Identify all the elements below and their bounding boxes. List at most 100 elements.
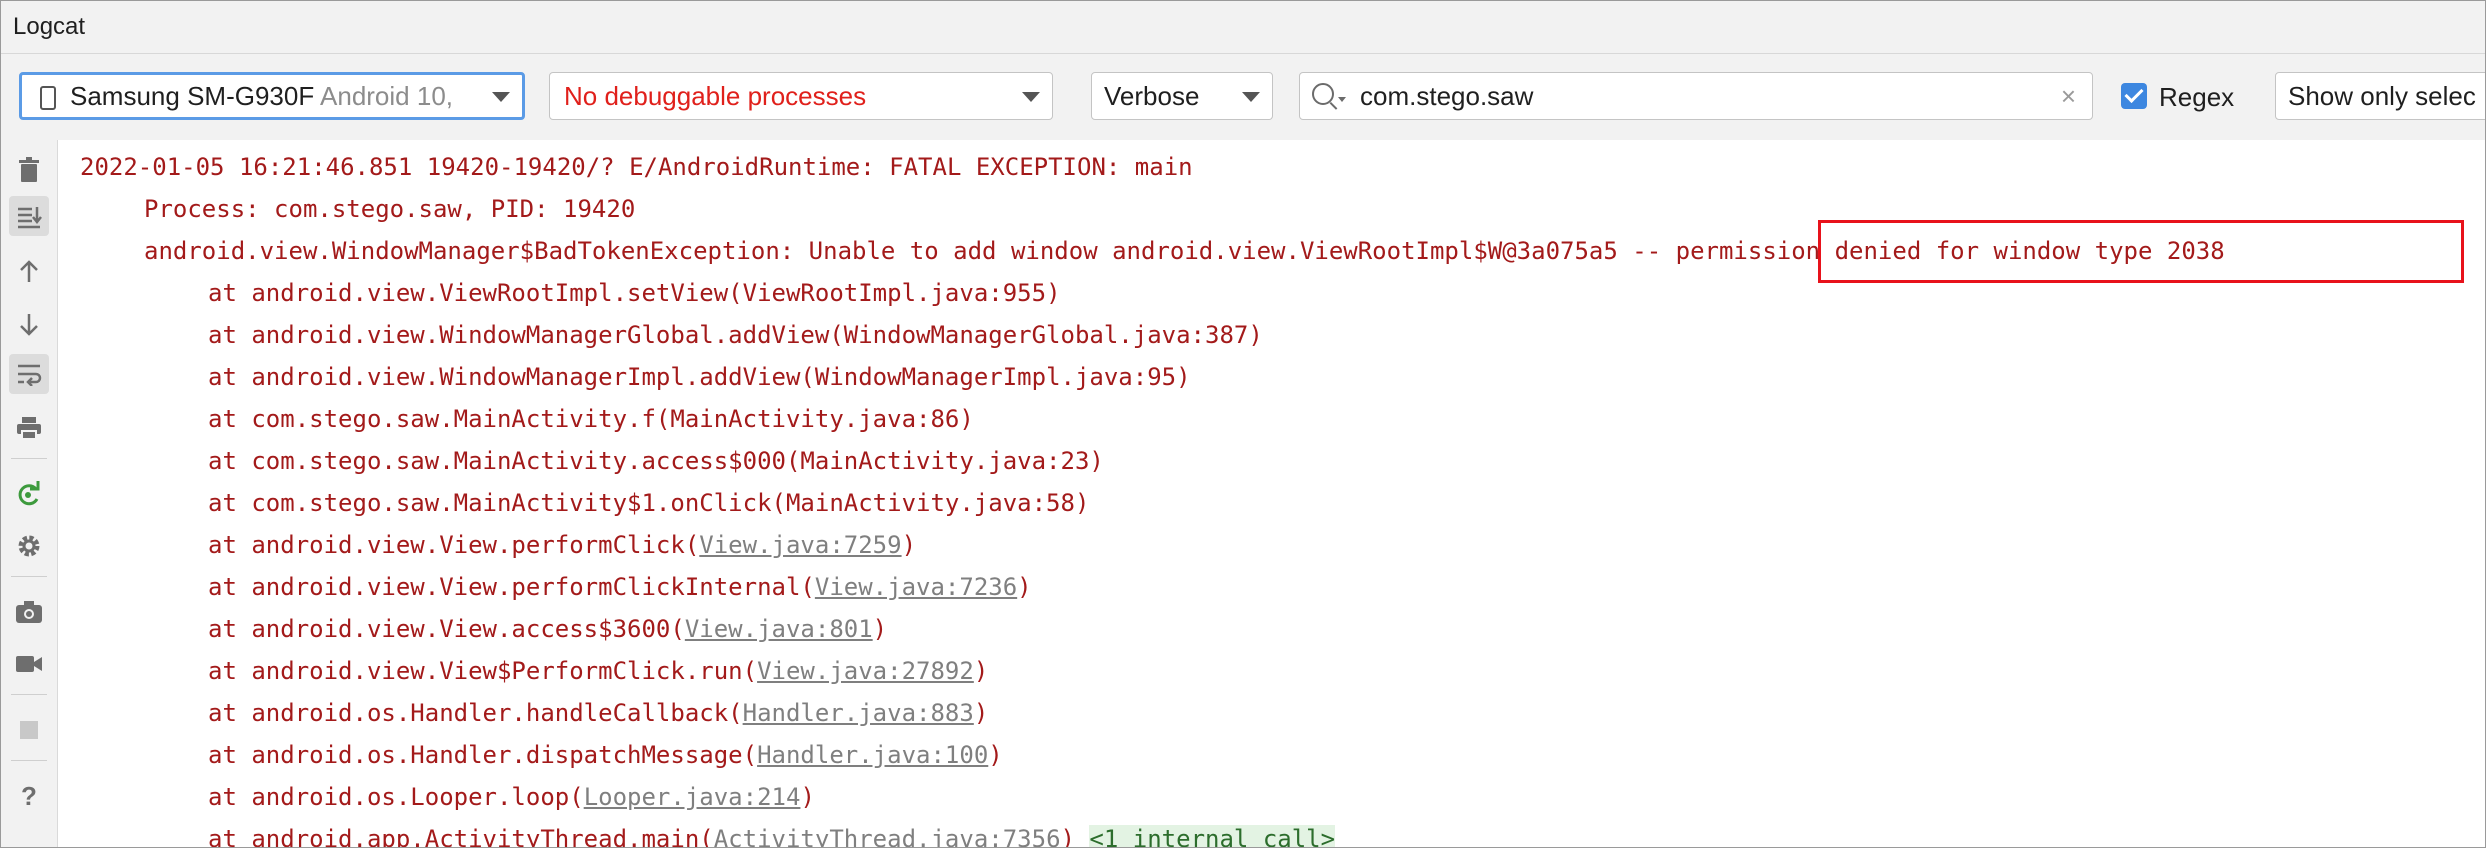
stack-frame-line: at android.os.Handler.dispatchMessage(Ha… [208,741,1003,769]
stack-frame-line: at android.app.ActivityThread.main(Activ… [208,825,1336,847]
filter-selector[interactable]: Show only selec [2275,72,2485,120]
stack-frame-method: at android.os.Looper.loop( [208,783,584,811]
chevron-down-icon [1022,92,1040,102]
device-name: Samsung SM-G930F [70,81,315,111]
stop-icon[interactable] [13,714,45,746]
stack-frame-close: ) [901,531,917,559]
stack-frame-line: at com.stego.saw.MainActivity.f(MainActi… [208,405,974,433]
chevron-down-icon [492,92,510,102]
source-location: MainActivity.java:23 [800,447,1090,475]
source-link[interactable]: View.java:27892 [757,657,974,685]
down-arrow-icon[interactable] [13,308,45,340]
stack-frame-method: at android.app.ActivityThread.main( [208,825,714,847]
source-location: WindowManagerGlobal.java:387 [843,321,1249,349]
camera-icon[interactable] [13,596,45,628]
stack-frame-close: ) [1046,279,1061,307]
sidebar-divider [11,694,47,695]
search-input[interactable]: com.stego.saw [1360,73,1533,119]
stack-frame-line: at com.stego.saw.MainActivity.access$000… [208,447,1104,475]
stack-frame-line: at com.stego.saw.MainActivity$1.onClick(… [208,489,1089,517]
stack-frame-close: ) [800,783,815,811]
stack-frame-close: ) [973,699,989,727]
logcat-toolbar: Samsung SM-G930F Android 10, No debuggab… [1,54,2485,140]
stack-frame-method: at android.view.View$PerformClick.run( [208,657,758,685]
stack-frame-line: at android.view.View$PerformClick.run(Vi… [208,657,988,685]
stack-frame-line: at android.os.Handler.handleCallback(Han… [208,699,988,727]
restart-icon[interactable] [13,478,45,510]
regex-label[interactable]: Regex [2159,82,2234,113]
log-exception-line: android.view.WindowManager$BadTokenExcep… [144,237,2225,265]
stack-frame-line: at android.view.View.access$3600(View.ja… [208,615,887,643]
source-location: MainActivity.java:58 [785,489,1075,517]
stack-frame-method: at android.view.WindowManagerGlobal.addV… [208,321,844,349]
source-link[interactable]: ActivityThread.java:7356 [714,825,1061,847]
stack-frame-method: at android.os.Handler.dispatchMessage( [208,741,758,769]
source-location: MainActivity.java:86 [670,405,960,433]
log-level-selector[interactable]: Verbose [1091,72,1273,120]
up-arrow-icon[interactable] [13,256,45,288]
source-link[interactable]: Handler.java:100 [757,741,988,769]
scroll-to-end-icon[interactable] [9,196,49,236]
stack-frame-close: ) [872,615,888,643]
chevron-down-icon [1242,92,1260,102]
source-link[interactable]: View.java:7236 [815,573,1017,601]
stack-frame-method: at android.view.View.access$3600( [208,615,685,643]
source-link[interactable]: View.java:801 [685,615,873,643]
search-history-caret-icon[interactable] [1338,97,1346,102]
stack-frame-method: at android.view.ViewRootImpl.setView( [208,279,743,307]
source-location: WindowManagerImpl.java:95 [814,363,1177,391]
stack-frame-method: at com.stego.saw.MainActivity.access$000… [208,447,801,475]
soft-wrap-icon[interactable] [9,354,49,394]
stack-frame-line: at android.view.ViewRootImpl.setView(Vie… [208,279,1061,307]
exception-text: android.view.WindowManager$BadTokenExcep… [144,237,1676,265]
stack-frame-close: ) [959,405,974,433]
help-icon[interactable]: ? [13,780,45,812]
stack-frame-method: at com.stego.saw.MainActivity.f( [208,405,671,433]
video-icon[interactable] [13,648,45,680]
process-selector[interactable]: No debuggable processes [549,72,1053,120]
stack-frame-close: ) [988,741,1003,769]
title-bar: Logcat [1,1,2485,54]
stack-frame-line: at android.view.WindowManagerImpl.addVie… [208,363,1191,391]
stack-frame-line: at android.view.View.performClick(View.j… [208,531,916,559]
stack-frame-close: ) [1017,573,1032,601]
stack-frame-method: at android.view.WindowManagerImpl.addVie… [208,363,815,391]
stack-frame-close: ) [1089,447,1104,475]
stack-frame-close: ) [1248,321,1263,349]
source-location: ViewRootImpl.java:955 [742,279,1047,307]
stack-frame-method: at com.stego.saw.MainActivity$1.onClick( [208,489,786,517]
log-header-line: 2022-01-05 16:21:46.851 19420-19420/? E/… [80,153,1193,181]
stack-frame-line: at android.view.WindowManagerGlobal.addV… [208,321,1263,349]
stack-frame-method: at android.view.View.performClick( [208,531,700,559]
log-level-label: Verbose [1104,81,1200,111]
stack-frame-close: ) [1060,825,1090,847]
stack-frame-close: ) [1176,363,1191,391]
trash-icon[interactable] [13,154,45,186]
source-link[interactable]: Handler.java:883 [743,699,974,727]
logcat-sidebar: ? [1,140,58,847]
device-selector[interactable]: Samsung SM-G930F Android 10, [19,72,525,120]
stack-frame-line: at android.os.Looper.loop(Looper.java:21… [208,783,815,811]
stack-frame-line: at android.view.View.performClickInterna… [208,573,1032,601]
sidebar-divider [11,760,47,761]
regex-checkbox[interactable] [2121,83,2147,109]
source-link[interactable]: View.java:7259 [699,531,901,559]
clear-search-icon[interactable]: × [2061,73,2076,119]
logcat-window: Logcat Samsung SM-G930F Android 10, No d… [0,0,2486,848]
log-output[interactable]: 2022-01-05 16:21:46.851 19420-19420/? E/… [58,140,2485,847]
search-field[interactable]: com.stego.saw × [1299,72,2093,120]
source-link[interactable]: Looper.java:214 [584,783,801,811]
stack-frame-close: ) [973,657,989,685]
stack-frame-method: at android.os.Handler.handleCallback( [208,699,743,727]
device-android-version: Android 10, [320,81,453,111]
window-title: Logcat [13,13,86,40]
stack-frame-method: at android.view.View.performClickInterna… [208,573,815,601]
exception-highlight-text: permission denied for window type 2038 [1675,237,2225,265]
internal-calls-fold[interactable]: <1 internal call> [1089,825,1336,847]
sidebar-divider [11,576,47,577]
print-icon[interactable] [13,412,45,444]
sidebar-divider [11,458,47,459]
settings-icon[interactable] [13,530,45,562]
search-icon[interactable] [1312,83,1334,105]
log-process-line: Process: com.stego.saw, PID: 19420 [144,195,636,223]
